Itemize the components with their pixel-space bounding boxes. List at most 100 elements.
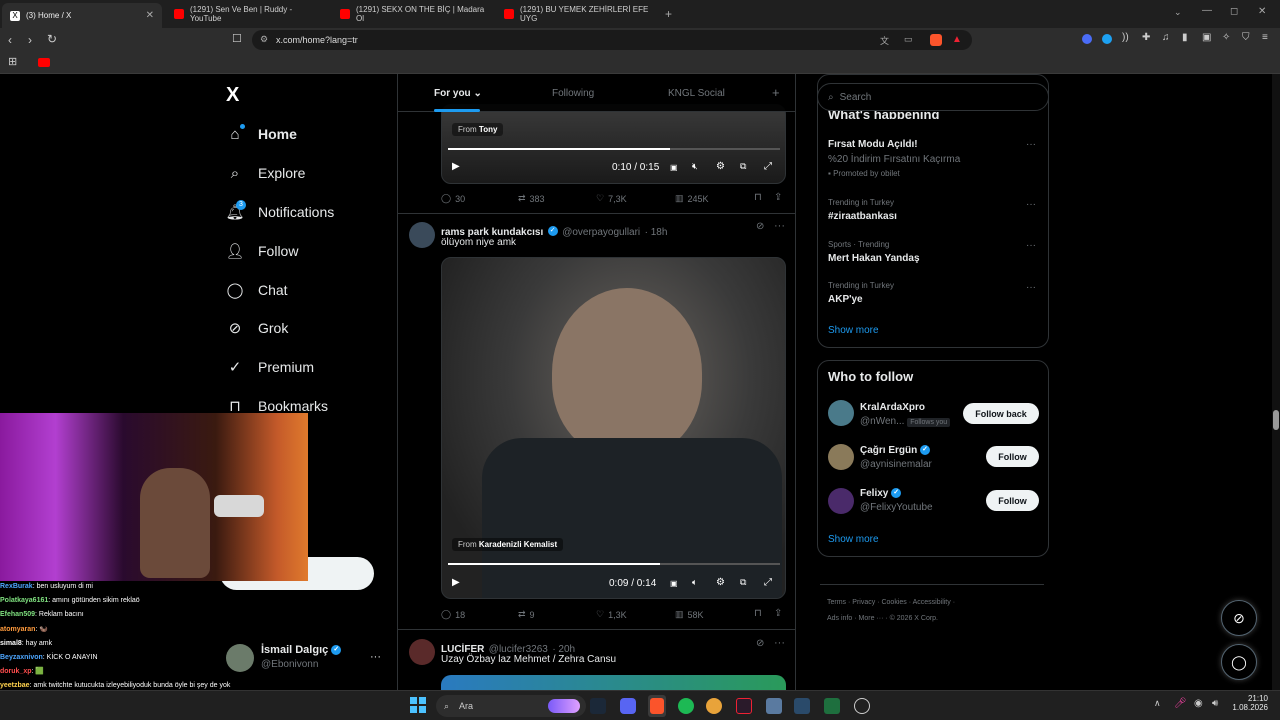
nav-explore[interactable]: ⌕ Explore <box>226 158 306 188</box>
tab-kngl-social[interactable]: KNGL Social <box>668 88 725 99</box>
mute-icon[interactable]: 🔇︎ <box>692 161 698 172</box>
rewards-icon[interactable]: ▲ <box>952 34 962 45</box>
network-icon[interactable]: ◉ <box>1194 698 1203 709</box>
scrollbar-thumb[interactable] <box>1273 410 1279 430</box>
pip-icon[interactable]: ⧉ <box>740 161 746 172</box>
footer-link-privacy[interactable]: Privacy <box>852 599 875 606</box>
footer-link-ads[interactable]: Ads info <box>827 615 852 622</box>
share-icon[interactable]: ⇪ <box>774 608 782 619</box>
grok-icon[interactable]: ⊘ <box>756 221 764 232</box>
play-icon[interactable]: ▶ <box>452 577 460 588</box>
follow-button[interactable]: Follow <box>986 446 1039 467</box>
app-icon[interactable] <box>854 698 870 714</box>
tab-x-home[interactable]: X (3) Home / X ✕ <box>2 3 162 28</box>
tray-chevron-icon[interactable]: ∧ <box>1154 698 1161 709</box>
trend-item[interactable]: Sports · Trending Mert Hakan Yandaş <box>828 240 920 264</box>
site-info-icon[interactable]: ⚙ <box>260 34 268 45</box>
back-icon[interactable]: ‹ <box>8 33 12 47</box>
show-more-link[interactable]: Show more <box>828 325 879 336</box>
discord-icon[interactable] <box>620 698 636 714</box>
sidebar-icon[interactable]: ▮ <box>1182 32 1188 43</box>
steam-icon[interactable] <box>794 698 810 714</box>
play-icon[interactable]: ▶ <box>452 161 460 172</box>
trend-item-promoted[interactable]: Fırsat Modu Açıldı! %20 İndirim Fırsatın… <box>828 139 960 178</box>
video-player[interactable]: From Tony ▶ 0:10 / 0:15 ▣ 🔇︎ ⚙ ⧉ ⤢ <box>441 104 786 184</box>
volume-icon[interactable]: 🔊︎ <box>1212 698 1218 709</box>
extensions-icon[interactable]: ✚ <box>1142 32 1150 43</box>
captions-icon[interactable]: ▣ <box>670 163 678 172</box>
suggested-user-name[interactable]: Çağrı Ergün ✓ <box>860 445 931 456</box>
windows-start-icon[interactable] <box>410 697 426 713</box>
volume-icon[interactable]: 🔈︎ <box>692 577 697 588</box>
bookmark-icon[interactable]: ⊓ <box>754 192 762 203</box>
close-window-icon[interactable]: ✕ <box>1258 6 1266 17</box>
chat-username[interactable]: simal8 <box>0 640 22 647</box>
avatar[interactable] <box>828 400 854 426</box>
brave-icon[interactable] <box>650 698 664 714</box>
suggested-user-name[interactable]: KralArdaXpro <box>860 402 925 413</box>
reply-button[interactable]: ◯ 30 <box>441 193 465 204</box>
reply-button[interactable]: ◯ 18 <box>441 609 465 620</box>
follow-button[interactable]: Follow <box>986 490 1039 511</box>
bookmark-icon[interactable]: ⊓ <box>754 608 762 619</box>
nav-notifications[interactable]: 🔔︎ Notifications 3 <box>225 197 334 227</box>
page-scrollbar[interactable] <box>1272 74 1280 690</box>
chat-username[interactable]: yeetzbae <box>0 682 30 689</box>
new-tab-button[interactable]: + <box>665 7 672 21</box>
fullscreen-icon[interactable]: ⤢ <box>764 161 772 172</box>
tab-search-icon[interactable]: ⌄ <box>1174 7 1182 18</box>
adobe-icon[interactable] <box>736 698 752 714</box>
tab-following[interactable]: Following <box>552 88 594 99</box>
chat-username[interactable]: atomyaran <box>0 626 35 633</box>
music-icon[interactable]: ♫ <box>1162 32 1170 43</box>
close-tab-icon[interactable]: ✕ <box>146 10 154 21</box>
video-progress-track[interactable] <box>448 563 780 565</box>
chat-username[interactable]: Efehan509 <box>0 611 35 618</box>
follow-back-button[interactable]: Follow back <box>963 403 1039 424</box>
avatar[interactable] <box>409 639 435 665</box>
post-media[interactable] <box>441 675 786 690</box>
post-time[interactable]: · 18h <box>645 227 668 238</box>
tab-youtube-1[interactable]: (1291) Sen Ve Ben | Ruddy - YouTube <box>166 4 330 24</box>
wallet-icon[interactable]: ▣ <box>1202 32 1211 43</box>
account-more-icon[interactable]: ··· <box>370 651 381 663</box>
tab-youtube-2[interactable]: (1291) SEKX ON THE BİÇ | Madara Ol <box>332 4 496 24</box>
app-icon[interactable] <box>766 698 782 714</box>
forward-icon[interactable]: › <box>28 33 32 47</box>
vpn-icon[interactable]: ⛉ <box>1242 32 1250 43</box>
trend-more-icon[interactable]: ··· <box>1026 240 1036 251</box>
trend-item[interactable]: Trending in Turkey #ziraatbankası <box>828 198 897 222</box>
steam-icon[interactable] <box>590 698 606 714</box>
add-tab-button[interactable]: + <box>772 85 780 100</box>
youtube-bookmark-icon[interactable] <box>38 58 50 67</box>
trend-more-icon[interactable]: ··· <box>1026 199 1036 210</box>
footer-link-cookies[interactable]: Cookies <box>881 599 906 606</box>
grok-float-button[interactable]: ⊘ <box>1221 600 1257 636</box>
views-button[interactable]: ▥ 245K <box>675 193 709 204</box>
post-more-icon[interactable]: ··· <box>774 220 785 232</box>
apps-grid-icon[interactable]: ⊞ <box>8 55 17 68</box>
footer-link-more[interactable]: More ··· <box>859 615 884 622</box>
settings-icon[interactable]: ⚙ <box>716 161 725 172</box>
extension-icon[interactable] <box>1102 34 1112 44</box>
clock[interactable]: 21:10 1.08.2026 <box>1232 694 1268 712</box>
chat-username[interactable]: doruk_xp <box>0 668 32 675</box>
nav-grok[interactable]: ⊘ Grok <box>226 313 289 343</box>
like-button[interactable]: ♡ 1,3K <box>596 609 627 620</box>
bookmark-page-icon[interactable]: ☐ <box>232 32 242 45</box>
nav-home[interactable]: ⌂ Home <box>226 119 297 149</box>
menu-icon[interactable]: ≡ <box>1262 32 1268 43</box>
trend-more-icon[interactable]: ··· <box>1026 282 1036 293</box>
chat-username[interactable]: RexBurak <box>0 583 33 590</box>
avatar[interactable] <box>828 444 854 470</box>
x-logo-icon[interactable]: X <box>226 84 239 107</box>
reload-icon[interactable]: ↻ <box>47 32 57 46</box>
chat-username[interactable]: Beyzaxnivon <box>0 654 43 661</box>
audio-icon[interactable]: )) <box>1122 32 1129 43</box>
chat-username[interactable]: Polatkaya6161 <box>0 597 48 604</box>
translate-icon[interactable]: 文 <box>880 34 889 47</box>
fullscreen-icon[interactable]: ⤢ <box>764 577 772 588</box>
spotify-icon[interactable] <box>678 698 694 714</box>
minimize-icon[interactable]: — <box>1202 5 1212 16</box>
leo-icon[interactable]: ✧ <box>1222 32 1230 43</box>
